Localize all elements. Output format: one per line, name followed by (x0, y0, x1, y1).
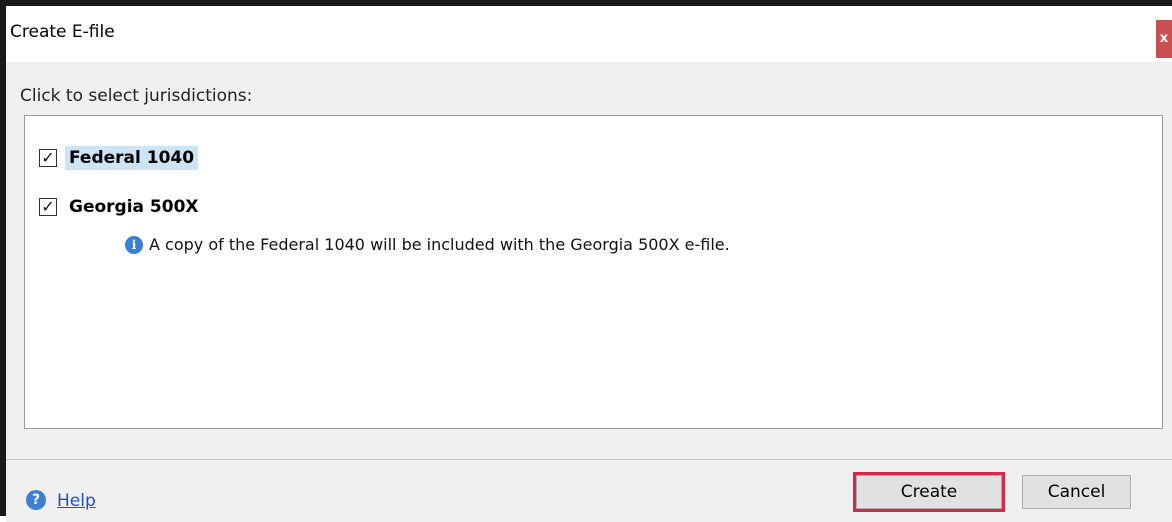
create-efile-dialog: Create E-file x Click to select jurisdic… (0, 0, 1172, 522)
title-bar: Create E-file x (6, 6, 1172, 62)
georgia-label[interactable]: Georgia 500X (65, 195, 203, 219)
dialog-title: Create E-file (10, 22, 115, 42)
jurisdiction-row-federal[interactable]: ✓ Federal 1040 (39, 144, 199, 172)
info-icon: i (125, 235, 143, 254)
federal-label[interactable]: Federal 1040 (65, 146, 199, 170)
help-link[interactable]: Help (57, 491, 96, 511)
create-button[interactable]: Create (853, 472, 1005, 512)
close-button[interactable]: x (1156, 20, 1172, 58)
info-text: A copy of the Federal 1040 will be inclu… (149, 235, 730, 254)
jurisdiction-row-georgia[interactable]: ✓ Georgia 500X (39, 193, 203, 221)
georgia-checkbox[interactable]: ✓ (39, 198, 57, 216)
cancel-button[interactable]: Cancel (1022, 475, 1131, 509)
instruction-label: Click to select jurisdictions: (20, 86, 253, 106)
help-icon[interactable]: ? (26, 490, 46, 510)
jurisdiction-list: ✓ Federal 1040 ✓ Georgia 500X i A copy o… (24, 115, 1163, 429)
federal-checkbox[interactable]: ✓ (39, 149, 57, 167)
info-message: i A copy of the Federal 1040 will be inc… (125, 235, 730, 254)
dialog-footer: ? Help Create Cancel (6, 460, 1172, 522)
